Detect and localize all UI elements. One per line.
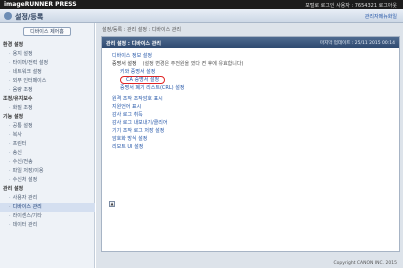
settings-icon bbox=[4, 12, 12, 20]
sidebar-item[interactable]: 음량 조정 bbox=[0, 86, 95, 95]
page-title: 설정/등록 bbox=[15, 13, 44, 21]
menu-link-label: 증명서 설정 bbox=[112, 61, 137, 67]
menu-link[interactable]: 감사 로그 취득 bbox=[102, 111, 399, 119]
title-bar: 설정/등록 관리자메뉴화일 bbox=[0, 9, 403, 23]
menu-link[interactable]: 키와 증명서 설정 bbox=[102, 68, 399, 76]
menu-link[interactable]: 원격 조작 조작암호 표시 bbox=[102, 95, 399, 103]
copyright: Copyright CANON INC. 2015 bbox=[333, 261, 398, 266]
sidebar-item[interactable]: 송신 bbox=[0, 149, 95, 158]
sidebar-item[interactable]: 화질 조정 bbox=[0, 104, 95, 113]
ca-certificate-settings-link[interactable]: CA 증명서 설정 bbox=[102, 76, 399, 84]
menu-link[interactable]: 감사 로그 내보내기/클리어 bbox=[102, 119, 399, 127]
menu-link[interactable]: 증명서 폐기 리스트(CRL) 설정 bbox=[102, 84, 399, 92]
sidebar-item[interactable]: 데이터 관리 bbox=[0, 221, 95, 230]
top-bar: imageRUNNER PRESS 포털로 로그인 사용자 : 7654321 … bbox=[0, 0, 403, 9]
admin-menu-link[interactable]: 관리자메뉴화일 bbox=[365, 13, 397, 20]
menu-link-label: 증명서 폐기 리스트(CRL) 설정 bbox=[120, 85, 185, 91]
brand-logo-text: imageRUNNER PRESS bbox=[4, 1, 77, 8]
menu-link: 증명서 설정 (설정 변경은 주전원을 껐다 켠 후에 유효합니다) bbox=[102, 60, 399, 68]
menu-link-label: 원격 조작 조작암호 표시 bbox=[112, 96, 163, 102]
sidebar-item[interactable]: 프린터 bbox=[0, 140, 95, 149]
scroll-top-button[interactable]: ▲ bbox=[109, 201, 115, 207]
menu-link[interactable]: 기기 조작 로그 저장 설정 bbox=[102, 127, 399, 135]
menu-link-note: (설정 변경은 주전원을 껐다 켠 후에 유효합니다) bbox=[142, 61, 244, 67]
sidebar-item[interactable]: 수신/전송 bbox=[0, 158, 95, 167]
menu-link-label: 리모트 UI 설정 bbox=[112, 144, 144, 150]
panel-header: 관리 설정 : 디바이스 관리 마지막 업데이트 : 25/11 2015 00… bbox=[102, 37, 399, 48]
device-home-button[interactable]: 디바이스 제어홈 bbox=[23, 27, 71, 36]
breadcrumb: 설정/등록 : 관리 설정 : 디바이스 관리 bbox=[102, 27, 181, 33]
sidebar-item[interactable]: 라이센스/기타 bbox=[0, 212, 95, 221]
menu-link[interactable]: 지원언어 표시 bbox=[102, 103, 399, 111]
sidebar-item[interactable]: 복사 bbox=[0, 131, 95, 140]
menu-link[interactable]: 암호화 방식 설정 bbox=[102, 135, 399, 143]
sidebar: 디바이스 제어홈 환경 설정용지 설정타이머/전력 설정네트워크 설정외부 인터… bbox=[0, 23, 95, 268]
sidebar-item[interactable]: 공통 설정 bbox=[0, 122, 95, 131]
menu-link-label: 기기 조작 로그 저장 설정 bbox=[112, 128, 165, 134]
sidebar-item[interactable]: 디바이스 관리 bbox=[0, 203, 95, 212]
sidebar-item[interactable]: 외부 인터페이스 bbox=[0, 77, 95, 86]
sidebar-item[interactable]: 사용자 관리 bbox=[0, 194, 95, 203]
menu-link-label: 지원언어 표시 bbox=[112, 104, 142, 110]
menu-link-label: 암호화 방식 설정 bbox=[112, 136, 148, 142]
menu-link-label: 감사 로그 취득 bbox=[112, 112, 143, 118]
menu-links: 디바이스 정보 설정증명서 설정 (설정 변경은 주전원을 껐다 켠 후에 유효합… bbox=[102, 52, 399, 151]
menu-link[interactable]: 디바이스 정보 설정 bbox=[102, 52, 399, 60]
sidebar-group-heading: 관리 설정 bbox=[3, 186, 24, 192]
menu-link-label: CA 증명서 설정 bbox=[120, 76, 166, 84]
footer: Copyright CANON INC. 2015 bbox=[96, 260, 403, 268]
menu-link-label: 감사 로그 내보내기/클리어 bbox=[112, 120, 168, 126]
panel-title: 관리 설정 : 디바이스 관리 bbox=[106, 41, 161, 47]
sidebar-item[interactable]: 네트워크 설정 bbox=[0, 68, 95, 77]
sidebar-item[interactable]: 수신처 설정 bbox=[0, 176, 95, 185]
content-panel: 관리 설정 : 디바이스 관리 마지막 업데이트 : 25/11 2015 00… bbox=[101, 36, 400, 252]
menu-link[interactable]: 리모트 UI 설정 bbox=[102, 143, 399, 151]
sidebar-group-heading: 환경 설정 bbox=[3, 42, 24, 48]
main-area: 설정/등록 : 관리 설정 : 디바이스 관리 관리 설정 : 디바이스 관리 … bbox=[96, 23, 403, 268]
sidebar-nav: 환경 설정용지 설정타이머/전력 설정네트워크 설정외부 인터페이스음량 조정조… bbox=[0, 41, 95, 230]
sidebar-item[interactable]: 용지 설정 bbox=[0, 50, 95, 59]
last-updated: 마지막 업데이트 : 25/11 2015 00:14 bbox=[319, 41, 395, 46]
login-user-info[interactable]: 포털로 로그인 사용자 : 7654321 로그아웃 bbox=[305, 2, 397, 9]
sidebar-group-heading: 기능 설정 bbox=[3, 114, 24, 120]
sidebar-item[interactable]: 파일 저장/이용 bbox=[0, 167, 95, 176]
sidebar-item[interactable]: 타이머/전력 설정 bbox=[0, 59, 95, 68]
menu-link-label: 키와 증명서 설정 bbox=[120, 69, 156, 75]
sidebar-group-heading: 조정/유지보수 bbox=[3, 96, 33, 102]
menu-link-label: 디바이스 정보 설정 bbox=[112, 53, 152, 59]
